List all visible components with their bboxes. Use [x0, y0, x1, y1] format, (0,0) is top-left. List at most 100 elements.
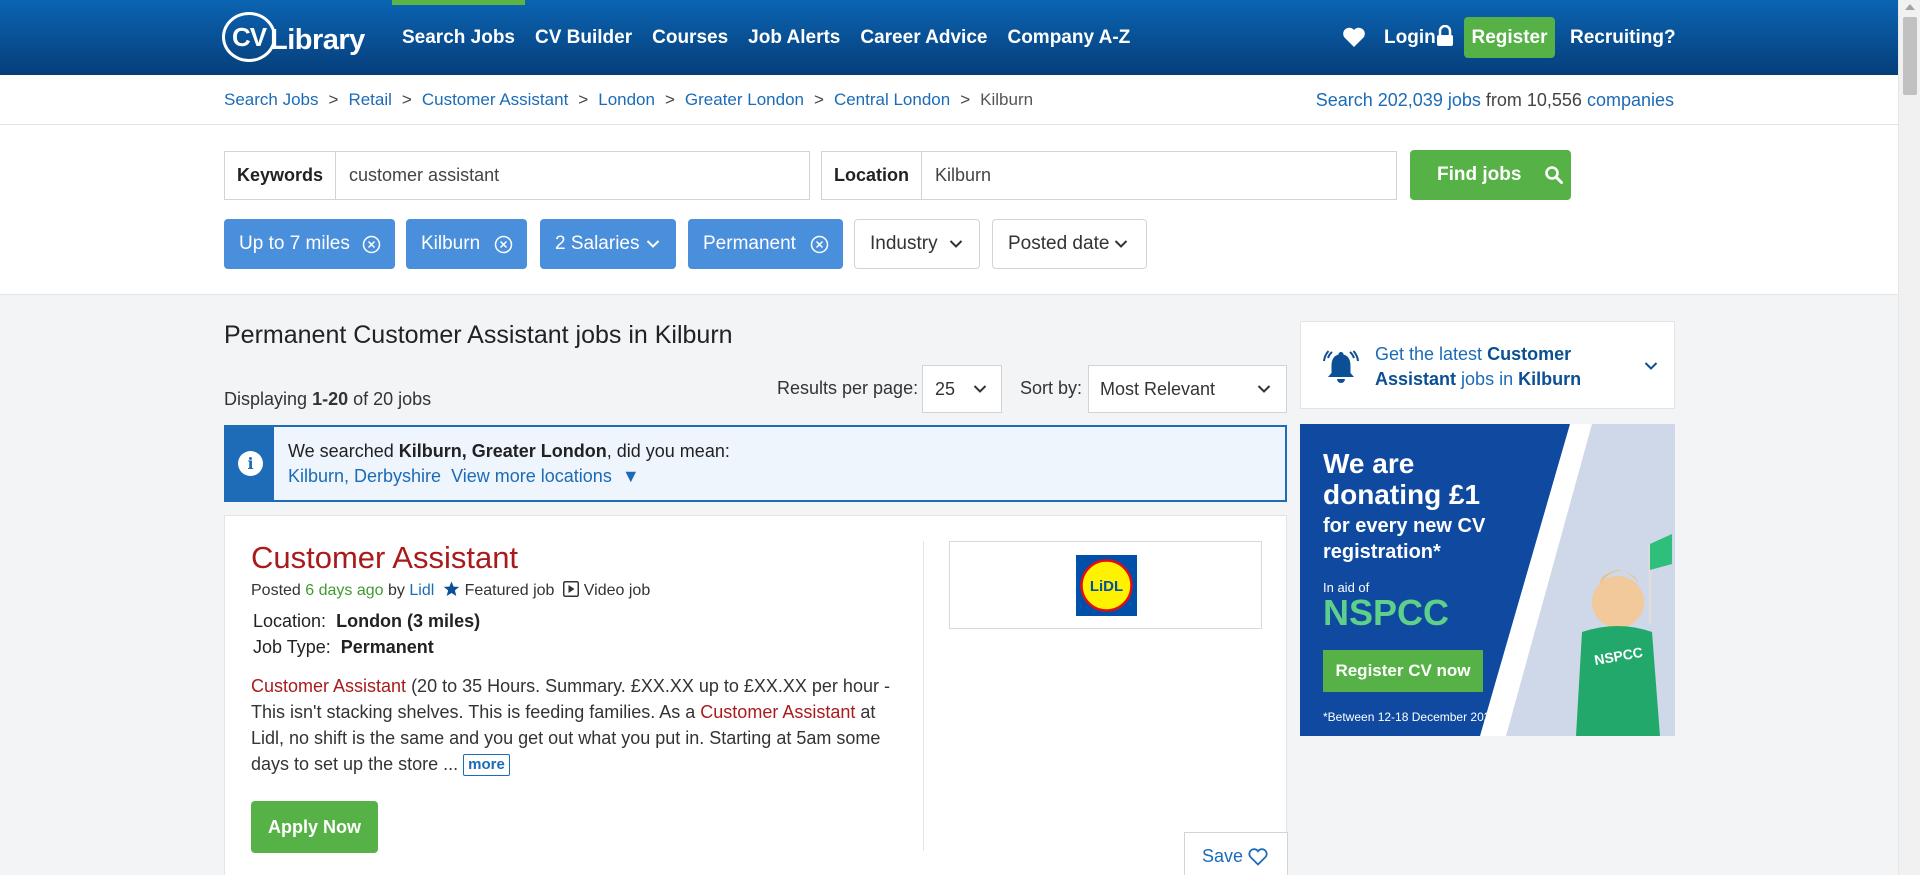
- breadcrumb-separator: >: [664, 90, 675, 109]
- stats-middle: from 10,556: [1485, 90, 1582, 110]
- save-job-button[interactable]: Save: [1184, 832, 1288, 875]
- job-title-link[interactable]: Customer Assistant: [251, 540, 518, 576]
- promo-line-1: We are: [1323, 448, 1415, 479]
- results-count-suffix: of 20 jobs: [353, 389, 432, 409]
- filter-chip-label: Kilburn: [421, 233, 481, 254]
- close-circle-icon[interactable]: [810, 235, 829, 254]
- breadcrumb-london[interactable]: London: [598, 75, 655, 125]
- search-icon: [1545, 166, 1563, 184]
- location-input[interactable]: Kilburn: [922, 165, 991, 186]
- location-field[interactable]: Location Kilburn: [821, 151, 1397, 200]
- heart-icon[interactable]: [1342, 26, 1366, 48]
- lidl-logo: LiDL: [1076, 555, 1137, 616]
- suggested-location-link[interactable]: Kilburn, Derbyshire: [288, 466, 441, 486]
- job-alert-box[interactable]: Get the latest Customer Assistant jobs i…: [1300, 321, 1675, 409]
- filter-chip-distance[interactable]: Up to 7 miles: [224, 219, 395, 269]
- nav-courses[interactable]: Courses: [642, 0, 738, 75]
- nav-career-advice[interactable]: Career Advice: [850, 0, 997, 75]
- more-button[interactable]: more: [463, 754, 510, 777]
- filter-chip-label: Up to 7 miles: [239, 233, 350, 254]
- login-link[interactable]: Login: [1384, 0, 1436, 75]
- alert-sidebar: i: [226, 427, 274, 500]
- card-divider: [923, 541, 924, 851]
- find-jobs-button[interactable]: Find jobs: [1410, 150, 1571, 200]
- company-link[interactable]: Lidl: [409, 582, 434, 599]
- filter-chip-label: Posted date: [1008, 233, 1110, 254]
- recruiting-link[interactable]: Recruiting?: [1570, 0, 1676, 75]
- view-more-locations-link[interactable]: View more locations: [451, 466, 612, 486]
- sort-by-select[interactable]: Most Relevant: [1088, 365, 1287, 413]
- scrollbar-thumb[interactable]: [1903, 17, 1917, 95]
- results-count: Displaying 1-20 of 20 jobs: [224, 389, 431, 410]
- main-nav: Search Jobs CV Builder Courses Job Alert…: [392, 0, 1140, 75]
- breadcrumb-bar: Search Jobs > Retail > Customer Assistan…: [0, 75, 1898, 125]
- company-logo-box[interactable]: LiDL: [949, 541, 1262, 629]
- did-you-mean-alert: i We searched Kilburn, Greater London, d…: [224, 425, 1287, 502]
- video-job-label: Video job: [583, 582, 651, 599]
- svg-text:LiDL: LiDL: [1090, 578, 1123, 595]
- breadcrumb-retail[interactable]: Retail: [348, 75, 391, 125]
- location-meta-label: Location:: [253, 611, 327, 631]
- breadcrumb-search-jobs[interactable]: Search Jobs: [224, 75, 319, 125]
- view-more-locations-arrow[interactable]: ▼: [622, 466, 640, 486]
- scroll-up-arrow[interactable]: [1905, 4, 1915, 10]
- results-count-prefix: Displaying: [224, 389, 308, 409]
- filter-chip-job-type[interactable]: Permanent: [688, 219, 843, 269]
- stats-jobs-link[interactable]: 202,039 jobs: [1378, 90, 1481, 110]
- video-play-icon: [563, 581, 580, 597]
- job-location-row: Location: London (3 miles): [253, 611, 480, 632]
- job-type-meta-value: Permanent: [340, 637, 434, 657]
- nav-search-jobs[interactable]: Search Jobs: [392, 0, 525, 75]
- keywords-input[interactable]: customer assistant: [336, 165, 499, 186]
- promo-headline: We are donating £1: [1323, 448, 1480, 510]
- results-per-page-select[interactable]: 25: [922, 365, 1002, 413]
- filter-chip-posted-date[interactable]: Posted date: [992, 219, 1147, 269]
- chevron-down-icon: [973, 385, 987, 393]
- job-posted-info: Posted 6 days ago by Lidl Featured job V…: [251, 581, 650, 600]
- did-you-mean-options: Kilburn, Derbyshire View more locations …: [288, 466, 640, 487]
- logo-cv-mark: CV: [222, 12, 276, 62]
- stats-prefix[interactable]: Search: [1316, 90, 1373, 110]
- stats-companies-link[interactable]: companies: [1587, 90, 1674, 110]
- nav-job-alerts[interactable]: Job Alerts: [738, 0, 850, 75]
- did-you-mean-searched: Kilburn, Greater London: [398, 441, 607, 461]
- promo-footnote: *Between 12-18 December 2022: [1323, 710, 1498, 724]
- bell-icon: [1323, 350, 1359, 383]
- breadcrumb-separator: >: [401, 90, 412, 109]
- apply-now-button[interactable]: Apply Now: [251, 801, 378, 853]
- filter-chip-salary[interactable]: 2 Salaries: [540, 219, 676, 269]
- close-circle-icon[interactable]: [494, 235, 513, 254]
- results-per-page-value: 25: [935, 379, 956, 399]
- results-title: Permanent Customer Assistant jobs in Kil…: [224, 321, 733, 349]
- nav-company-a-z[interactable]: Company A-Z: [997, 0, 1140, 75]
- nav-cv-builder[interactable]: CV Builder: [525, 0, 642, 75]
- save-label: Save: [1202, 846, 1244, 866]
- promo-line-3: for every new CV: [1323, 515, 1486, 537]
- close-circle-icon[interactable]: [362, 235, 381, 254]
- keywords-field[interactable]: Keywords customer assistant: [224, 151, 810, 200]
- find-jobs-label: Find jobs: [1437, 164, 1522, 185]
- filter-chip-label: 2 Salaries: [555, 233, 640, 254]
- job-type-meta-label: Job Type:: [253, 637, 331, 657]
- nspcc-promo-banner[interactable]: We are donating £1 for every new CV regi…: [1300, 424, 1675, 736]
- register-cv-now-button[interactable]: Register CV now: [1323, 650, 1483, 692]
- breadcrumb: Search Jobs > Retail > Customer Assistan…: [224, 75, 1033, 125]
- breadcrumb-customer-assistant[interactable]: Customer Assistant: [422, 75, 568, 125]
- posted-by: by: [388, 582, 405, 599]
- search-panel: Keywords customer assistant Location Kil…: [0, 125, 1898, 295]
- page-scrollbar[interactable]: [1898, 0, 1920, 875]
- posted-prefix: Posted: [251, 582, 301, 599]
- chevron-down-icon: [1644, 362, 1658, 370]
- filter-chip-industry[interactable]: Industry: [854, 219, 980, 269]
- promo-line-4: registration*: [1323, 541, 1441, 563]
- register-button[interactable]: Register: [1464, 17, 1555, 58]
- featured-job-label: Featured job: [464, 582, 555, 599]
- filter-chip-location[interactable]: Kilburn: [406, 219, 527, 269]
- job-stats: Search 202,039 jobs from 10,556 companie…: [1316, 75, 1674, 125]
- description-highlight: Customer Assistant: [700, 702, 856, 722]
- cv-library-logo[interactable]: CV Library: [222, 12, 365, 62]
- breadcrumb-greater-london[interactable]: Greater London: [685, 75, 804, 125]
- did-you-mean-text: We searched Kilburn, Greater London, did…: [288, 441, 730, 462]
- did-you-mean-suffix: , did you mean:: [606, 441, 730, 461]
- breadcrumb-central-london[interactable]: Central London: [834, 75, 950, 125]
